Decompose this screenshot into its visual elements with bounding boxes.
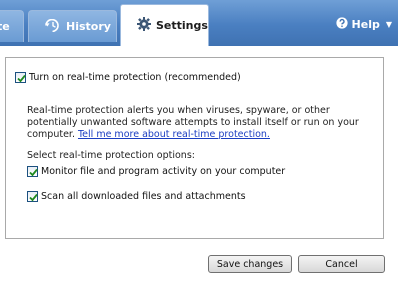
tab-bar: te History bbox=[0, 0, 398, 46]
tab-history[interactable]: History bbox=[28, 10, 117, 42]
chevron-down-icon: ▼ bbox=[385, 20, 392, 29]
tab-settings-label: Settings bbox=[156, 19, 208, 32]
help-icon bbox=[335, 17, 348, 32]
cancel-button[interactable]: Cancel bbox=[298, 255, 385, 273]
monitor-activity-checkbox[interactable]: Monitor file and program activity on you… bbox=[27, 166, 285, 177]
history-icon bbox=[45, 18, 60, 35]
scan-downloads-checkbox[interactable]: Scan all downloaded files and attachment… bbox=[27, 191, 246, 202]
gear-icon bbox=[137, 17, 151, 34]
help-menu[interactable]: Help ▼ bbox=[335, 17, 392, 32]
learn-more-link[interactable]: Tell me more about real-time protection. bbox=[78, 129, 270, 140]
tab-update-label: te bbox=[0, 20, 10, 33]
options-heading: Select real-time protection options: bbox=[27, 150, 195, 161]
realtime-protection-panel: Turn on real-time protection (recommende… bbox=[5, 57, 384, 239]
checkbox-box[interactable] bbox=[15, 72, 26, 83]
defender-settings-window: te History bbox=[0, 0, 398, 291]
checkbox-box[interactable] bbox=[27, 166, 38, 177]
tab-update[interactable]: te bbox=[0, 10, 24, 42]
tab-history-label: History bbox=[66, 20, 111, 33]
realtime-protection-checkbox[interactable]: Turn on real-time protection (recommende… bbox=[15, 72, 241, 83]
realtime-description: Real-time protection alerts you when vir… bbox=[27, 105, 372, 141]
tab-settings[interactable]: Settings bbox=[120, 4, 209, 46]
realtime-protection-label: Turn on real-time protection (recommende… bbox=[29, 72, 241, 83]
monitor-activity-label: Monitor file and program activity on you… bbox=[41, 166, 286, 177]
save-changes-button[interactable]: Save changes bbox=[208, 255, 292, 273]
scan-downloads-label: Scan all downloaded files and attachment… bbox=[41, 191, 246, 202]
checkbox-box[interactable] bbox=[27, 191, 38, 202]
help-label: Help bbox=[351, 18, 380, 31]
settings-content: Turn on real-time protection (recommende… bbox=[0, 46, 398, 291]
